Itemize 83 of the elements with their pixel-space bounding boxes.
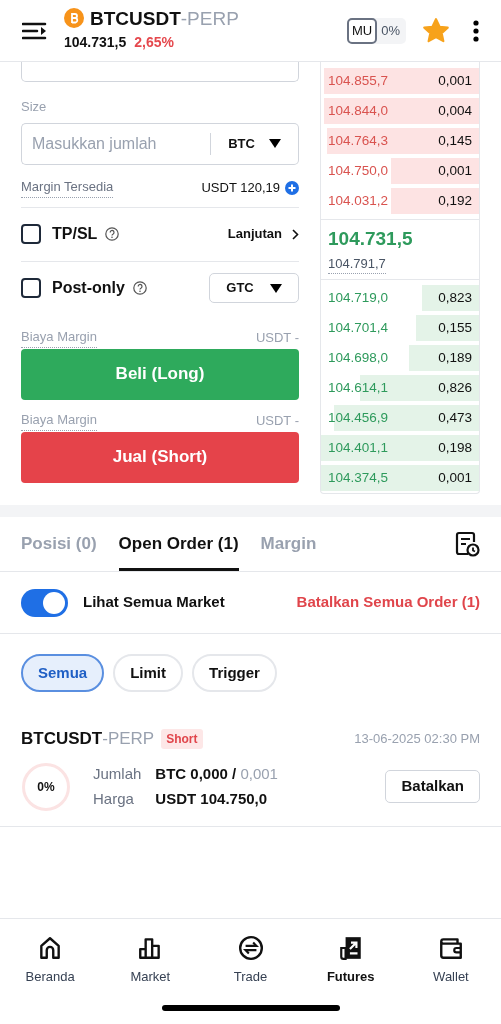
option-label: TP/SL (52, 224, 98, 244)
order-quantity: 0,189 (438, 348, 472, 367)
futures-icon (337, 935, 364, 961)
order-price: 104.719,0 (328, 288, 389, 307)
order-price: 104.401,1 (328, 438, 389, 457)
order-book-row[interactable]: 104.844,0 0,004 (321, 96, 479, 126)
order-quantity: 0,198 (438, 438, 472, 457)
cancel-all-link[interactable]: Batalkan Semua Order (1) (296, 591, 480, 614)
menu-icon[interactable] (22, 20, 48, 41)
time-in-force-select[interactable]: GTC (209, 273, 299, 303)
order-price: 104.844,0 (328, 101, 389, 120)
margin-label: Margin Tersedia (21, 177, 114, 198)
order-quantity: 0,004 (438, 101, 472, 120)
order-price: 104.750,0 (328, 161, 389, 180)
last-price: 104.731,5 (64, 33, 127, 52)
add-icon[interactable] (285, 180, 299, 195)
margin-mode-badge[interactable]: MU 0% (347, 17, 406, 44)
more-icon[interactable] (473, 19, 479, 42)
nav-item[interactable]: Trade (200, 935, 301, 987)
history-icon[interactable] (454, 531, 480, 557)
order-symbol: BTCUSDT-PERP (21, 728, 155, 750)
input-field[interactable] (21, 62, 299, 82)
order-price: 104.031,2 (328, 191, 389, 210)
filter-chip[interactable]: Limit (113, 654, 184, 692)
order-price: 104.374,5 (328, 468, 389, 487)
nav-item[interactable]: Market (100, 935, 201, 987)
field-value: USDT 104.750,0 (155, 788, 269, 809)
order-book-row[interactable]: 104.374,5 0,001 (321, 463, 479, 493)
fill-percent: 0% (37, 778, 55, 796)
option-label: Post-only (52, 278, 125, 298)
cancel-button[interactable]: Batalkan (385, 770, 480, 803)
order-quantity: 0,001 (438, 161, 472, 180)
margin-cost-value: USDT - (255, 328, 299, 347)
tab[interactable]: Open Order (1) (118, 517, 239, 571)
nav-item[interactable]: Wallet (400, 935, 501, 987)
field-label: Harga (93, 788, 135, 809)
order-quantity: 0,823 (438, 288, 472, 307)
order-book-row[interactable]: 104.855,7 0,001 (321, 66, 479, 96)
swap-icon (237, 935, 264, 961)
filter-chip[interactable]: Trigger (192, 654, 277, 692)
sell-button[interactable]: Jual (Short) (21, 431, 299, 483)
filter-chip[interactable]: Semua (21, 654, 105, 692)
price-change: 2,65% (134, 33, 174, 52)
field-value: BTC 0,000 / 0,001 (155, 764, 278, 784)
side-tag: Short (161, 728, 203, 749)
advanced-link[interactable]: Lanjutan (227, 224, 299, 244)
order-book-row[interactable]: 104.401,1 0,198 (321, 433, 479, 463)
margin-cost-value: USDT - (255, 411, 299, 430)
star-icon[interactable] (423, 18, 449, 43)
order-quantity: 0,192 (438, 191, 472, 210)
margin-cost-label: Biaya Margin (21, 327, 97, 348)
order-quantity: 0,826 (438, 378, 472, 397)
caret-icon (269, 283, 282, 293)
pair-title: BTCUSDT-PERP (90, 8, 239, 28)
margin-cost-label: Biaya Margin (21, 410, 97, 431)
order-price: 104.764,3 (328, 131, 389, 150)
field-label: Size (21, 98, 48, 116)
order-quantity: 0,145 (438, 131, 472, 150)
order-quantity: 0,001 (438, 468, 472, 487)
order-price: 104.614,1 (328, 378, 389, 397)
toggle-switch[interactable] (21, 588, 68, 617)
help-icon[interactable] (132, 281, 147, 295)
order-price: 104.456,9 (328, 408, 389, 427)
coin-icon (64, 8, 84, 28)
mark-price: 104.791,7 (328, 253, 386, 274)
order-price: 104.701,4 (328, 318, 389, 337)
order-quantity: 0,155 (438, 318, 472, 337)
order-quantity: 0,473 (438, 408, 472, 427)
toggle-label: Lihat Semua Market (83, 592, 225, 613)
last-price: 104.731,5 (328, 227, 414, 251)
wallet-icon (437, 935, 464, 961)
help-icon[interactable] (105, 227, 120, 241)
checkbox[interactable] (21, 278, 41, 298)
chevron-icon (292, 228, 299, 240)
checkbox[interactable] (21, 224, 41, 244)
order-time: 13-06-2025 02:30 PM (354, 730, 480, 748)
order-price: 104.698,0 (328, 348, 389, 367)
margin-value: USDT 120,19 (201, 178, 280, 197)
order-quantity: 0,001 (438, 71, 472, 90)
nav-item[interactable]: Futures (300, 935, 401, 987)
nav-item[interactable]: Beranda (0, 935, 101, 987)
order-price: 104.855,7 (328, 71, 389, 90)
field-label: Jumlah (93, 764, 142, 784)
